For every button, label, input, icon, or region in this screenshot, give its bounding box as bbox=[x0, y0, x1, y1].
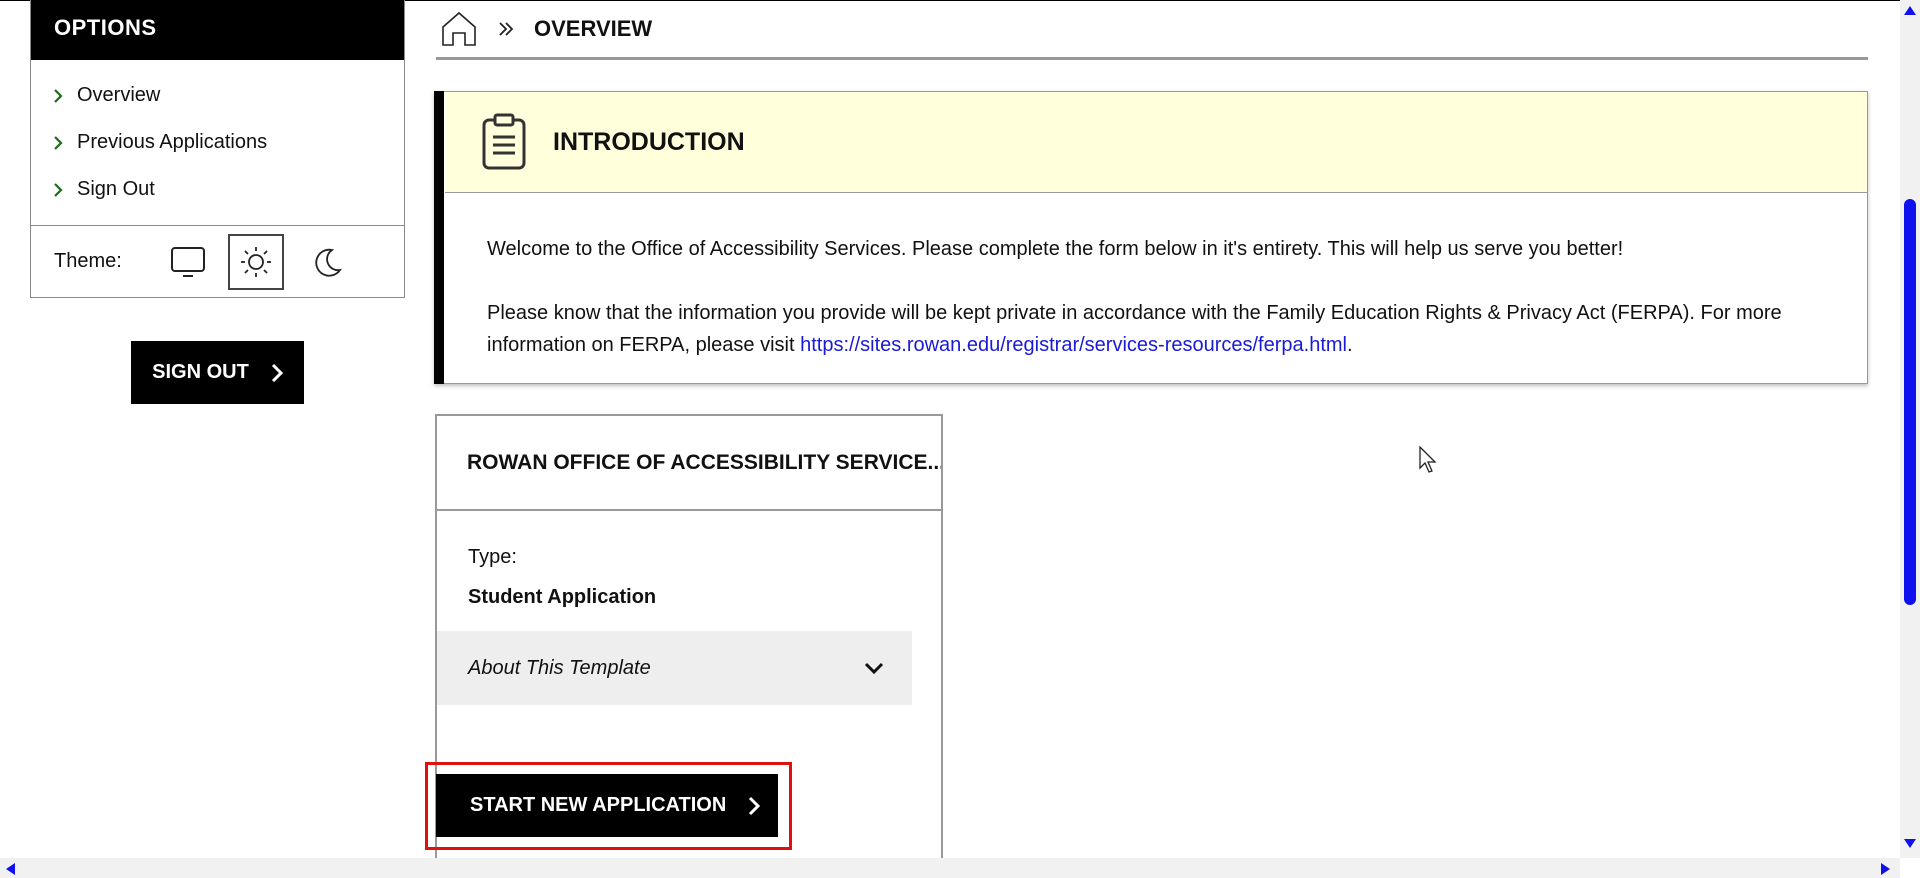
template-title: ROWAN OFFICE OF ACCESSIBILITY SERVICE... bbox=[437, 416, 941, 511]
sidebar-item-label: Previous Applications bbox=[77, 131, 268, 153]
options-sidebar: OPTIONS Overview Previous Applications S… bbox=[30, 0, 405, 298]
theme-dark-button[interactable] bbox=[302, 236, 354, 288]
theme-selector: Theme: bbox=[31, 226, 404, 297]
introduction-title: INTRODUCTION bbox=[553, 127, 745, 156]
introduction-header: INTRODUCTION bbox=[445, 92, 1867, 193]
chevron-right-icon bbox=[54, 88, 63, 103]
sidebar-title: OPTIONS bbox=[31, 0, 404, 60]
chevron-right-icon bbox=[54, 135, 63, 150]
sidebar-item-sign-out[interactable]: Sign Out bbox=[31, 166, 404, 213]
theme-label: Theme: bbox=[54, 250, 122, 272]
theme-light-button[interactable] bbox=[227, 233, 284, 290]
sidebar-item-overview[interactable]: Overview bbox=[31, 72, 404, 119]
ferpa-period: . bbox=[1346, 334, 1353, 356]
double-chevron-icon bbox=[498, 21, 514, 37]
scroll-down-arrow-icon[interactable] bbox=[1904, 839, 1916, 848]
ferpa-link[interactable]: https://sites.rowan.edu/registrar/servic… bbox=[800, 334, 1347, 356]
horizontal-scrollbar[interactable] bbox=[0, 858, 1900, 878]
scroll-left-arrow-icon[interactable] bbox=[6, 863, 15, 875]
template-type-value: Student Application bbox=[468, 586, 657, 608]
accordion-label: About This Template bbox=[468, 656, 651, 679]
about-template-accordion[interactable]: About This Template bbox=[437, 631, 912, 705]
start-new-application-button[interactable]: START NEW APPLICATION bbox=[436, 774, 778, 837]
introduction-panel: INTRODUCTION Welcome to the Office of Ac… bbox=[434, 91, 1868, 384]
monitor-icon bbox=[170, 246, 205, 277]
moon-icon bbox=[315, 248, 342, 277]
sun-icon bbox=[240, 246, 271, 277]
introduction-body: Welcome to the Office of Accessibility S… bbox=[487, 233, 1797, 361]
sidebar-menu: Overview Previous Applications Sign Out bbox=[31, 60, 404, 226]
intro-paragraph-welcome: Welcome to the Office of Accessibility S… bbox=[487, 238, 1624, 260]
sidebar-item-previous-applications[interactable]: Previous Applications bbox=[31, 119, 404, 166]
chevron-right-icon bbox=[271, 363, 283, 382]
sidebar-item-label: Overview bbox=[77, 84, 161, 106]
template-type-label: Type: bbox=[468, 546, 517, 568]
home-icon bbox=[442, 11, 476, 46]
start-button-label: START NEW APPLICATION bbox=[470, 794, 727, 816]
mouse-cursor-icon bbox=[1419, 446, 1437, 473]
scroll-up-arrow-icon[interactable] bbox=[1904, 6, 1916, 15]
home-link[interactable] bbox=[440, 10, 478, 48]
vertical-scroll-thumb[interactable] bbox=[1904, 199, 1916, 605]
theme-system-button[interactable] bbox=[162, 236, 214, 288]
chevron-down-icon bbox=[864, 662, 884, 674]
sign-out-label: SIGN OUT bbox=[152, 361, 249, 383]
scroll-right-arrow-icon[interactable] bbox=[1881, 863, 1890, 875]
sidebar-item-label: Sign Out bbox=[77, 178, 155, 200]
breadcrumb-current: OVERVIEW bbox=[534, 15, 653, 41]
clipboard-icon bbox=[481, 113, 527, 171]
breadcrumb: OVERVIEW bbox=[436, 0, 1868, 60]
sign-out-button[interactable]: SIGN OUT bbox=[131, 341, 304, 404]
vertical-scrollbar[interactable] bbox=[1900, 0, 1920, 858]
chevron-right-icon bbox=[54, 182, 63, 197]
chevron-right-icon bbox=[749, 796, 761, 815]
intro-paragraph-ferpa: Please know that the information you pro… bbox=[487, 297, 1797, 361]
